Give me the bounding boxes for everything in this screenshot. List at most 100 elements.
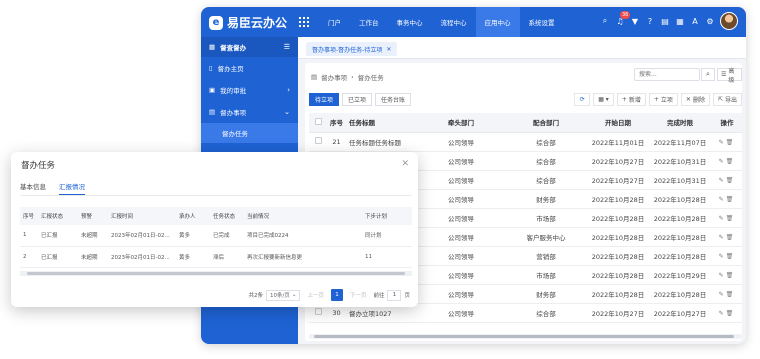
delete-icon[interactable]: 🗑 [726, 158, 736, 165]
delete-icon[interactable]: 🗑 [726, 215, 736, 222]
tab-established[interactable]: 已立项 [342, 93, 373, 106]
col-start-date[interactable]: 开始日期 [588, 113, 648, 133]
table-row[interactable]: 2 已汇报 未超期 2023年02月01日-02... 黄多 滞后 再次汇报要新新信息更 11 [20, 246, 412, 268]
bell-icon[interactable]: ♫ 36 [615, 11, 631, 26]
refresh-button[interactable]: ⟳ [574, 93, 591, 106]
goto-page-input[interactable]: 1 [387, 289, 402, 301]
col-deadline[interactable]: 完成时限 [648, 113, 712, 133]
page-number[interactable]: 1 [330, 289, 343, 301]
edit-icon[interactable]: ✎ [719, 215, 726, 222]
tab-basic-info[interactable]: 基本信息 [20, 181, 46, 195]
total-count: 共2条 [248, 293, 263, 299]
divider [20, 195, 412, 196]
delete-button[interactable]: ✕ 删除 [680, 93, 710, 106]
font-size-icon[interactable]: A [690, 16, 700, 26]
help-icon[interactable]: ? [645, 16, 655, 26]
cell-deadline: 2022年10月28日 [648, 189, 712, 209]
close-icon[interactable]: ✕ [386, 46, 391, 53]
edit-icon[interactable]: ✎ [719, 234, 726, 241]
col-title[interactable]: 任务标题 [346, 113, 418, 133]
delete-icon[interactable]: 🗑 [726, 310, 736, 317]
sidebar-item-matters[interactable]: ▤ 督办事项 ⌄ [201, 101, 298, 123]
new-label: 新增 [628, 97, 641, 104]
col-lead-dept[interactable]: 牵头部门 [418, 113, 504, 133]
nav-settings[interactable]: 系统设置 [520, 7, 564, 37]
scrollbar-thumb[interactable] [27, 272, 405, 275]
nav-affairs[interactable]: 事务中心 [388, 7, 432, 37]
horizontal-scrollbar[interactable] [309, 334, 742, 339]
page-size-select[interactable]: 10条/页 ⌄ [265, 289, 301, 301]
document-icon[interactable]: ▤ [660, 16, 670, 26]
edit-icon[interactable]: ✎ [719, 177, 726, 184]
export-button[interactable]: ⇱ 导出 [712, 93, 742, 106]
tab-report-status[interactable]: 汇报情况 [59, 181, 85, 195]
horizontal-scrollbar[interactable] [20, 271, 412, 276]
edit-icon[interactable]: ✎ [719, 272, 726, 279]
edit-icon[interactable]: ✎ [719, 310, 726, 317]
new-button[interactable]: + 新增 [616, 93, 646, 106]
tab-pending[interactable]: 待立项 [309, 93, 340, 106]
cell-lead-dept: 公司领导 [418, 303, 504, 323]
edit-icon[interactable]: ✎ [719, 158, 726, 165]
delete-icon[interactable]: 🗑 [726, 196, 736, 203]
tab-current[interactable]: 督办事项-督办任务-待立项 ✕ [306, 42, 398, 56]
row-actions: ✎🗑 [712, 208, 742, 228]
edit-icon[interactable]: ✎ [719, 253, 726, 260]
row-checkbox[interactable] [309, 132, 327, 152]
top-bar: e 易臣云办公 门户 工作台 事务中心 流程中心 应用中心 系统设置 ⌕ ♫ 36… [201, 7, 746, 37]
delete-icon[interactable]: 🗑 [726, 234, 736, 241]
cell-start-date: 2022年11月01日 [588, 132, 648, 152]
tab-label: 督办事项-督办任务-待立项 [312, 46, 383, 54]
column-settings-button[interactable]: ▦ ▾ [593, 93, 614, 106]
establish-button[interactable]: + 立项 [648, 93, 678, 106]
table-row[interactable]: 21 任务标题任务标题 公司领导 综合部 2022年11月01日 2022年11月07日 ✎… [309, 132, 742, 152]
delete-icon[interactable]: 🗑 [726, 139, 736, 146]
tab-ledger[interactable]: 任务台账 [375, 93, 412, 106]
search-icon[interactable]: ⌕ [600, 16, 610, 26]
search-icon[interactable]: ⌕ [701, 68, 715, 81]
calendar-icon[interactable]: ▦ [675, 16, 685, 26]
col-coop-dept[interactable]: 配合部门 [504, 113, 588, 133]
nav-portal[interactable]: 门户 [319, 7, 350, 37]
shirt-icon[interactable]: ▼ [630, 16, 640, 26]
breadcrumb-item[interactable]: 督办事项 [321, 72, 347, 82]
cell-seq: 2 [20, 246, 38, 268]
sidebar-title: 督查督办 [220, 44, 247, 52]
delete-icon[interactable]: 🗑 [726, 291, 736, 298]
advanced-search-button[interactable]: ☰ 高级 [717, 68, 742, 84]
cell-coop-dept: 财务部 [504, 189, 588, 209]
next-page-button[interactable]: 下一页 [346, 291, 371, 299]
delete-icon[interactable]: 🗑 [726, 272, 736, 279]
prev-page-button[interactable]: 上一页 [303, 291, 328, 299]
edit-icon[interactable]: ✎ [719, 196, 726, 203]
cell-lead-dept: 公司领导 [418, 170, 504, 190]
collapse-menu-icon[interactable]: ☰ [284, 43, 290, 51]
cell-start-date: 2022年10月28日 [588, 189, 648, 209]
col-actions: 操作 [712, 113, 742, 133]
scrollbar-thumb[interactable] [314, 335, 734, 338]
nav-workbench[interactable]: 工作台 [350, 7, 388, 37]
sidebar-item-approval[interactable]: ▣ 我的审批 › [201, 79, 298, 101]
edit-icon[interactable]: ✎ [719, 291, 726, 298]
delete-icon[interactable]: 🗑 [726, 177, 736, 184]
chevron-down-icon: ⌄ [284, 108, 290, 116]
close-icon[interactable]: ✕ [401, 159, 409, 169]
table-row[interactable]: 1 已汇报 未超期 2023年02月01日-02... 黄多 已完成 项目已完成0224 同计… [20, 225, 412, 247]
cell-title[interactable]: 任务标题任务标题 [346, 132, 418, 152]
avatar[interactable] [720, 12, 738, 30]
pagination: 共2条 10条/页 ⌄ 上一页 1 下一页 前往 1 页 [248, 289, 410, 301]
sidebar-subitem-tasks[interactable]: 督办任务 [201, 123, 298, 143]
edit-icon[interactable]: ✎ [719, 139, 726, 146]
cell-start-date: 2022年10月27日 [588, 151, 648, 171]
search-input[interactable] [634, 68, 700, 81]
select-all-checkbox[interactable] [309, 113, 327, 133]
delete-icon[interactable]: 🗑 [726, 253, 736, 260]
close-icon: ✕ [685, 96, 691, 103]
nav-apps[interactable]: 应用中心 [475, 7, 520, 37]
sidebar-item-home[interactable]: ▯ 督办主页 [201, 57, 298, 79]
apps-grid-icon[interactable] [299, 17, 309, 27]
cell-task-state: 已完成 [210, 225, 244, 247]
gear-icon[interactable]: ⚙ [705, 16, 715, 26]
brand[interactable]: e 易臣云办公 [209, 14, 287, 31]
nav-process[interactable]: 流程中心 [432, 7, 476, 37]
